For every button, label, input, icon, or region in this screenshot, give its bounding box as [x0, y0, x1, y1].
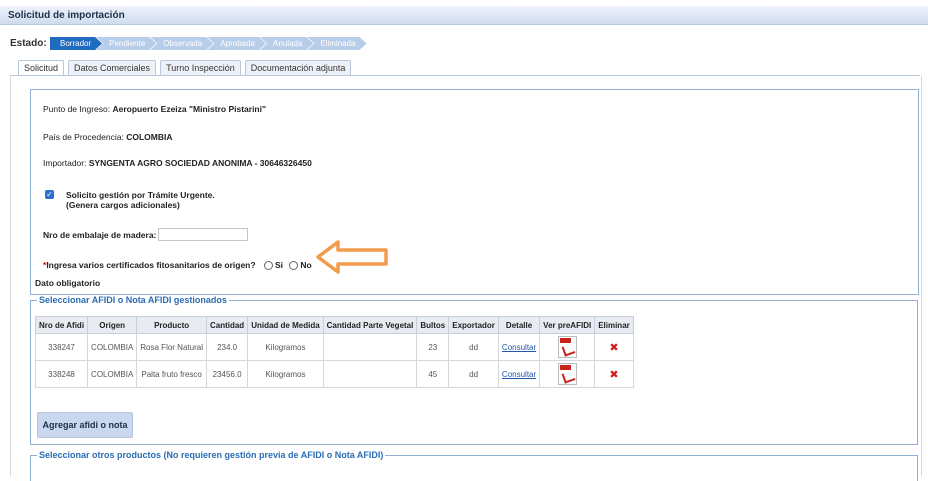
urgente-text: Solicito gestión por Trámite Urgente. (G… — [66, 190, 215, 210]
punto-ingreso-label: Punto de Ingreso: — [43, 104, 111, 114]
status-label: Estado: — [10, 38, 47, 49]
afidi-header-row: Nro de Afidi Origen Producto Cantidad Un… — [34, 316, 634, 334]
status-steps: Borrador Pendiente Observada Aprobada An… — [50, 37, 361, 50]
cell-exportador: dd — [448, 333, 499, 361]
pais-label: País de Procedencia: — [43, 132, 124, 142]
status-step-aprobada: Aprobada — [207, 37, 266, 50]
cell-parte-vegetal — [322, 333, 418, 361]
pais-row: País de Procedencia: COLOMBIA — [43, 132, 172, 142]
importador-label: Importador: — [43, 158, 87, 168]
table-row: 338247 COLOMBIA Rosa Flor Natural 234.0 … — [34, 333, 634, 361]
radio-no-label: No — [300, 260, 312, 270]
cell-unidad: Kilogramos — [247, 360, 324, 388]
col-unidad: Unidad de Medida — [247, 316, 324, 334]
col-ver-preafidi: Ver preAFIDI — [539, 316, 596, 334]
status-step-eliminada: Eliminada — [307, 37, 366, 50]
cell-preafidi — [539, 360, 596, 388]
afidi-table: Nro de Afidi Origen Producto Cantidad Un… — [34, 316, 634, 388]
radio-si-label: Si — [274, 260, 283, 270]
add-afidi-button[interactable]: Agregar afidi o nota — [37, 412, 133, 438]
cell-eliminar: ✖ — [594, 360, 634, 388]
cell-nro: 338248 — [34, 360, 89, 388]
cell-producto: Rosa Flor Natural — [136, 333, 207, 361]
status-step-anulada: Anulada — [260, 37, 313, 50]
consultar-link[interactable]: Consultar — [502, 370, 536, 379]
punto-ingreso-row: Punto de Ingreso: Aeropuerto Ezeiza "Min… — [43, 104, 266, 114]
pdf-icon[interactable] — [557, 336, 577, 358]
cell-cantidad: 23456.0 — [205, 360, 249, 388]
left-arrow-icon — [316, 240, 388, 274]
delete-icon[interactable]: ✖ — [609, 369, 618, 381]
cell-parte-vegetal — [322, 360, 418, 388]
col-bultos: Bultos — [416, 316, 450, 334]
tab-datos-comerciales[interactable]: Datos Comerciales — [68, 60, 157, 75]
cell-bultos: 45 — [416, 360, 450, 388]
status-step-observada: Observada — [150, 37, 213, 50]
cell-eliminar: ✖ — [594, 333, 634, 361]
required-message: Dato obligatorio — [35, 278, 101, 288]
tab-bar: Solicitud Datos Comerciales Turno Inspec… — [18, 60, 352, 75]
radio-no[interactable] — [289, 261, 299, 271]
status-step-pendiente: Pendiente — [96, 37, 156, 50]
col-detalle: Detalle — [497, 316, 541, 334]
embalaje-input[interactable] — [158, 228, 248, 241]
urgente-line2: (Genera cargos adicionales) — [66, 200, 180, 210]
cell-origen: COLOMBIA — [87, 333, 138, 361]
col-nro-afidi: Nro de Afidi — [34, 316, 89, 334]
punto-ingreso-value: Aeropuerto Ezeiza "Ministro Pistarini" — [112, 104, 267, 114]
tab-turno-inspeccion[interactable]: Turno Inspección — [160, 60, 241, 75]
cell-exportador: dd — [448, 360, 499, 388]
table-row: 338248 COLOMBIA Palta fruto fresco 23456… — [34, 360, 634, 388]
cell-producto: Palta fruto fresco — [136, 360, 207, 388]
certificados-question: Ingresa varios certificados fitosanitari… — [46, 260, 256, 270]
tab-documentacion-adjunta[interactable]: Documentación adjunta — [244, 60, 352, 75]
urgente-line1: Solicito gestión por Trámite Urgente. — [66, 190, 215, 200]
col-eliminar: Eliminar — [594, 316, 634, 334]
urgente-checkbox[interactable]: ✓ — [45, 190, 54, 199]
col-origen: Origen — [87, 316, 138, 334]
cell-detalle: Consultar — [497, 360, 541, 388]
embalaje-label: Nro de embalaje de madera: — [43, 230, 157, 240]
tab-solicitud[interactable]: Solicitud — [18, 60, 65, 75]
cell-cantidad: 234.0 — [205, 333, 249, 361]
cell-bultos: 23 — [416, 333, 450, 361]
col-parte-vegetal: Cantidad Parte Vegetal — [322, 316, 418, 334]
delete-icon[interactable]: ✖ — [609, 342, 618, 354]
certificados-row: *Ingresa varios certificados fitosanitar… — [43, 260, 312, 271]
otros-legend: Seleccionar otros productos (No requiere… — [39, 450, 384, 460]
importador-value: SYNGENTA AGRO SOCIEDAD ANONIMA - 3064632… — [88, 158, 312, 168]
afidi-legend: Seleccionar AFIDI o Nota AFIDI gestionad… — [39, 295, 227, 305]
importador-row: Importador: SYNGENTA AGRO SOCIEDAD ANONI… — [43, 158, 312, 168]
cell-origen: COLOMBIA — [87, 360, 138, 388]
cell-preafidi — [539, 333, 596, 361]
radio-si[interactable] — [263, 261, 273, 271]
otros-fieldset: Seleccionar otros productos (No requiere… — [30, 450, 918, 481]
cell-detalle: Consultar — [497, 333, 541, 361]
col-exportador: Exportador — [448, 316, 499, 334]
pais-value: COLOMBIA — [126, 132, 173, 142]
window-title-bar: Solicitud de importación — [0, 6, 928, 25]
col-producto: Producto — [136, 316, 207, 334]
cell-unidad: Kilogramos — [247, 333, 324, 361]
pdf-icon[interactable] — [557, 363, 577, 385]
col-cantidad: Cantidad — [205, 316, 249, 334]
cell-nro: 338247 — [34, 333, 89, 361]
status-step-borrador: Borrador — [50, 37, 102, 50]
window-title: Solicitud de importación — [8, 10, 125, 21]
consultar-link[interactable]: Consultar — [502, 343, 536, 352]
